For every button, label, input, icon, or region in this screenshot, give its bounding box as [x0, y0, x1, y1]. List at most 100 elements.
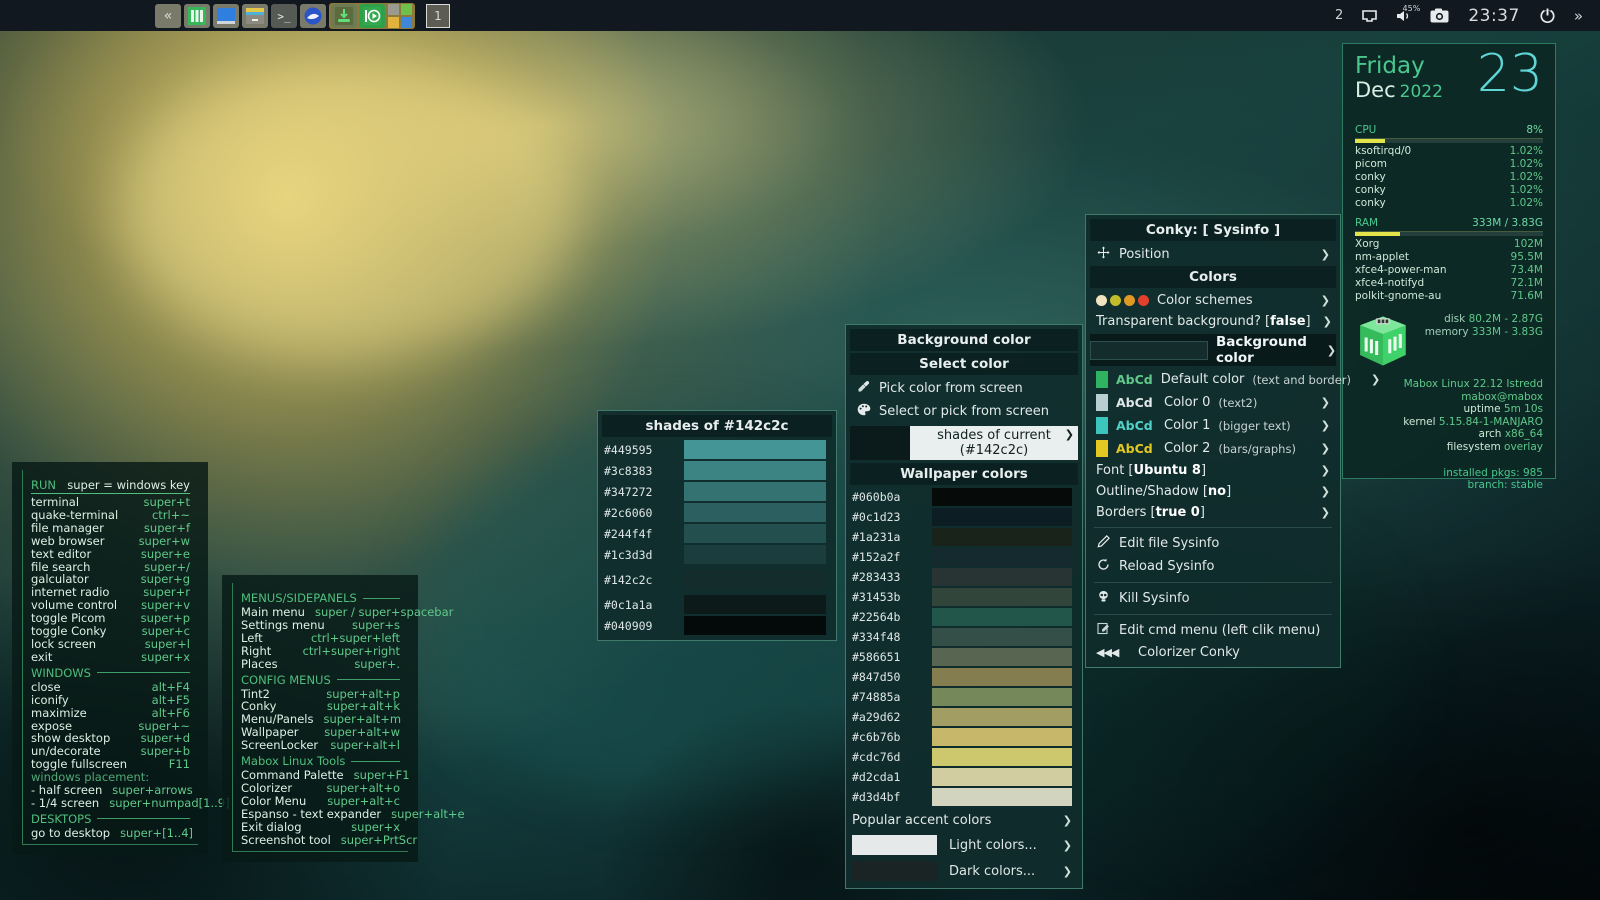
outline-shadow-item[interactable]: Outline/Shadow [ no ] ❯ [1086, 481, 1340, 502]
list-item[interactable]: #d3d4bf [846, 787, 1082, 807]
list-item[interactable]: #c6b76b [846, 727, 1082, 747]
wp-swatch[interactable] [932, 588, 1072, 606]
shade-swatch[interactable] [684, 570, 826, 589]
shades-of-current-label[interactable]: shades of current (#142c2c) ❯ [910, 426, 1078, 460]
list-item[interactable]: #283433 [846, 567, 1082, 587]
borders-item[interactable]: Borders [ true 0 ] ❯ [1086, 502, 1340, 523]
media-player-icon[interactable] [359, 4, 385, 28]
shade-swatch[interactable] [684, 595, 826, 614]
list-item[interactable]: #74885a [846, 687, 1082, 707]
list-item[interactable]: #0c1a1a [598, 590, 836, 615]
wp-swatch[interactable] [932, 508, 1072, 526]
downloader-icon[interactable] [331, 4, 357, 28]
wp-swatch[interactable] [932, 668, 1072, 686]
list-item[interactable]: #1c3d3d [598, 544, 836, 565]
file-manager-icon[interactable] [213, 4, 239, 28]
color-schemes-item[interactable]: Color schemes ❯ [1086, 290, 1340, 311]
clock[interactable]: 23:37 [1458, 6, 1530, 26]
wp-swatch[interactable] [932, 748, 1072, 766]
list-item[interactable]: #a29d62 [846, 707, 1082, 727]
pick-color-from-screen-item[interactable]: Pick color from screen [846, 377, 1082, 400]
list-item[interactable]: #152a2f [846, 547, 1082, 567]
shade-swatch[interactable] [684, 524, 826, 543]
list-item[interactable]: #3c8383 [598, 460, 836, 481]
volume-icon[interactable]: 45% [1387, 0, 1421, 31]
dark-colors-chip[interactable] [852, 861, 937, 881]
desktop-1-button[interactable]: 1 [426, 4, 450, 28]
shades-of-current-row[interactable]: shades of current (#142c2c) ❯ [850, 426, 1078, 460]
shade-swatch[interactable] [684, 461, 826, 480]
edit-file-sysinfo-item[interactable]: Edit file Sysinfo [1086, 532, 1340, 555]
select-or-pick-item[interactable]: Select or pick from screen [846, 400, 1082, 423]
shades-list[interactable]: #449595 #3c8383 #347272 #2c6060 #244f4f … [598, 439, 836, 636]
wp-swatch[interactable] [932, 648, 1072, 666]
wp-swatch[interactable] [932, 608, 1072, 626]
apps-grid-icon[interactable] [387, 4, 413, 28]
position-item[interactable]: Position ❯ [1086, 243, 1340, 266]
shade-swatch[interactable] [684, 503, 826, 522]
top-panel[interactable]: « >_ 1 2 45% 23:37 » [0, 0, 1600, 31]
shades-menu[interactable]: shades of #142c2c #449595 #3c8383 #34727… [597, 410, 837, 641]
list-item[interactable]: #040909 [598, 615, 836, 636]
color-1-item[interactable]: AbCd Color 1 (bigger text) ❯ [1086, 414, 1340, 437]
wallpaper-colors-list[interactable]: #060b0a #0c1d23 #1a231a #152a2f #283433 … [846, 487, 1082, 807]
notification-count[interactable]: 2 [1326, 0, 1352, 31]
default-color-item[interactable]: AbCd Default color (text and border) ❯ [1086, 368, 1380, 391]
popular-accent-colors-item[interactable]: Popular accent colors ❯ [846, 807, 1082, 832]
wp-swatch[interactable] [932, 528, 1072, 546]
collapse-icon[interactable]: « [155, 4, 181, 28]
reload-sysinfo-item[interactable]: Reload Sysinfo [1086, 555, 1340, 578]
terminal-icon[interactable]: >_ [271, 4, 297, 28]
transparent-background-item[interactable]: Transparent background? [ false ] ❯ [1086, 311, 1340, 332]
shade-swatch[interactable] [684, 545, 826, 564]
shade-swatch[interactable] [684, 440, 826, 459]
camera-icon[interactable] [1421, 0, 1458, 31]
wp-swatch[interactable] [932, 768, 1072, 786]
conky-sysinfo-menu[interactable]: Conky: [ Sysinfo ] Position ❯ Colors Col… [1085, 214, 1380, 668]
wp-swatch[interactable] [932, 788, 1072, 806]
dark-colors-row[interactable]: Dark colors... ❯ [846, 858, 1082, 884]
wp-swatch[interactable] [932, 628, 1072, 646]
power-icon[interactable] [1530, 0, 1565, 31]
shade-swatch[interactable] [684, 616, 826, 635]
archive-icon[interactable] [242, 4, 268, 28]
mabox-menu-icon[interactable] [184, 4, 210, 28]
font-item[interactable]: Font [ Ubuntu 8 ] ❯ [1086, 460, 1340, 481]
overflow-icon[interactable]: » [1565, 0, 1592, 31]
wp-swatch[interactable] [932, 728, 1072, 746]
background-color-chip[interactable] [1090, 340, 1208, 360]
light-colors-chip[interactable] [852, 835, 937, 855]
list-item[interactable]: #060b0a [846, 487, 1082, 507]
list-item[interactable]: #586651 [846, 647, 1082, 667]
shade-swatch[interactable] [684, 482, 826, 501]
background-color-item[interactable]: Background color ❯ [1090, 334, 1336, 366]
highlighted-launchers[interactable] [329, 3, 415, 29]
list-item[interactable]: #0c1d23 [846, 507, 1082, 527]
wp-swatch[interactable] [932, 568, 1072, 586]
background-color-menu[interactable]: Background color Select color Pick color… [845, 324, 1083, 889]
wp-swatch[interactable] [932, 688, 1072, 706]
wp-swatch[interactable] [932, 548, 1072, 566]
light-colors-row[interactable]: Light colors... ❯ [846, 832, 1082, 858]
list-item[interactable]: #847d50 [846, 667, 1082, 687]
browser-icon[interactable] [300, 4, 326, 28]
list-item[interactable]: #31453b [846, 587, 1082, 607]
list-item[interactable]: #2c6060 [598, 502, 836, 523]
kill-sysinfo-item[interactable]: Kill Sysinfo [1086, 587, 1340, 610]
colorizer-conky-item[interactable]: ◀◀◀ Colorizer Conky [1086, 642, 1340, 663]
list-item[interactable]: #1a231a [846, 527, 1082, 547]
wp-swatch[interactable] [932, 708, 1072, 726]
list-item[interactable]: #244f4f [598, 523, 836, 544]
system-tray[interactable]: 2 45% 23:37 » [1326, 0, 1592, 31]
list-item[interactable]: #449595 [598, 439, 836, 460]
list-item[interactable]: #d2cda1 [846, 767, 1082, 787]
list-item[interactable]: #cdc76d [846, 747, 1082, 767]
list-item[interactable]: #347272 [598, 481, 836, 502]
edit-cmd-menu-item[interactable]: Edit cmd menu (left clik menu) [1086, 619, 1340, 642]
color-0-item[interactable]: AbCd Color 0 (text2) ❯ [1086, 391, 1340, 414]
wp-swatch[interactable] [932, 488, 1072, 506]
launcher-group[interactable]: « >_ 1 [155, 3, 450, 29]
list-item[interactable]: #22564b [846, 607, 1082, 627]
network-icon[interactable] [1352, 0, 1387, 31]
list-item[interactable]: #142c2c [598, 565, 836, 590]
